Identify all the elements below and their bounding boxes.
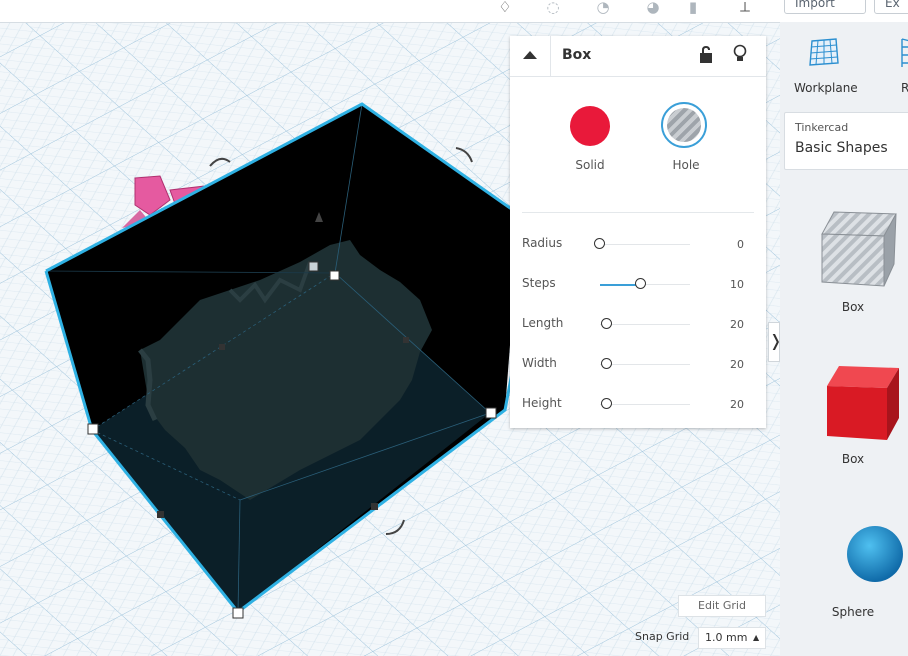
- notes-icon[interactable]: ♢: [492, 0, 518, 18]
- property-value[interactable]: 20: [710, 318, 744, 331]
- property-label: Steps: [522, 276, 556, 290]
- edit-grid-button[interactable]: Edit Grid: [678, 595, 766, 617]
- ruler-label: R: [901, 81, 908, 95]
- property-slider-track[interactable]: [600, 318, 690, 329]
- property-label: Height: [522, 396, 562, 410]
- light-bulb-icon[interactable]: ◌: [540, 0, 566, 18]
- shape-label: Box: [841, 300, 865, 314]
- ruler-icon[interactable]: [900, 37, 908, 69]
- property-slider-track[interactable]: [594, 238, 690, 249]
- property-slider-track[interactable]: [600, 398, 690, 409]
- hole-swatch[interactable]: [661, 102, 707, 148]
- property-value[interactable]: 10: [710, 278, 744, 291]
- inspector-header: Box: [510, 36, 766, 77]
- snap-grid-select[interactable]: 1.0 mm ▲: [698, 627, 766, 649]
- property-label: Width: [522, 356, 557, 370]
- property-value[interactable]: 0: [710, 238, 744, 251]
- shape-label: Box: [841, 452, 865, 466]
- mirror-icon[interactable]: ⟂: [732, 0, 758, 18]
- property-slider-track[interactable]: [600, 278, 690, 289]
- expand-panel-button[interactable]: ❭: [768, 322, 782, 362]
- workplane-icon: [809, 38, 839, 66]
- align-icon[interactable]: ▮: [680, 0, 706, 18]
- sphere-icon: [847, 526, 903, 582]
- solid-box-icon: [827, 366, 899, 440]
- property-value[interactable]: 20: [710, 358, 744, 371]
- caret-up-icon: ▲: [753, 633, 760, 642]
- solid-label: Solid: [575, 158, 605, 172]
- shape-inspector: Box Solid Hole Radius 0 Steps 10 Length 20 Wid…: [510, 36, 766, 428]
- property-slider-knob[interactable]: [601, 398, 613, 409]
- hole-box-icon: [821, 211, 897, 287]
- shape-library-panel: Workplane R Tinkercad Basic Shapes Box B…: [780, 22, 908, 656]
- group-icon[interactable]: ◔: [590, 0, 616, 18]
- ungroup-icon[interactable]: ◕: [640, 0, 666, 18]
- collapse-inspector-button[interactable]: [510, 36, 551, 76]
- snap-grid-label: Snap Grid: [635, 630, 690, 643]
- lock-icon[interactable]: [698, 45, 714, 65]
- import-button[interactable]: Import: [784, 0, 866, 14]
- inspector-title: Box: [562, 47, 592, 63]
- shape-library-select[interactable]: Tinkercad Basic Shapes: [784, 112, 908, 170]
- library-source: Tinkercad: [795, 121, 849, 134]
- shape-label: Sphere: [831, 605, 875, 619]
- workplane-tool[interactable]: Workplane R: [780, 22, 908, 102]
- solid-color-swatch[interactable]: [570, 106, 610, 146]
- hole-label: Hole: [672, 158, 700, 172]
- property-slider-knob[interactable]: [594, 238, 605, 249]
- property-label: Length: [522, 316, 564, 330]
- library-name: Basic Shapes: [795, 140, 888, 156]
- property-slider-knob[interactable]: [601, 318, 613, 329]
- property-label: Radius: [522, 236, 563, 250]
- divider: [522, 212, 754, 213]
- property-slider-track[interactable]: [600, 358, 690, 369]
- light-bulb-icon[interactable]: [732, 44, 748, 64]
- snap-grid-value: 1.0 mm: [705, 631, 748, 644]
- workplane-label: Workplane: [794, 81, 858, 95]
- property-slider-knob[interactable]: [601, 358, 613, 369]
- export-button[interactable]: Ex: [874, 0, 908, 14]
- property-slider-knob[interactable]: [634, 278, 646, 289]
- property-value[interactable]: 20: [710, 398, 744, 411]
- top-toolbar: ♢ ◌ ◔ ◕ ▮ ⟂ Import Ex: [0, 0, 908, 23]
